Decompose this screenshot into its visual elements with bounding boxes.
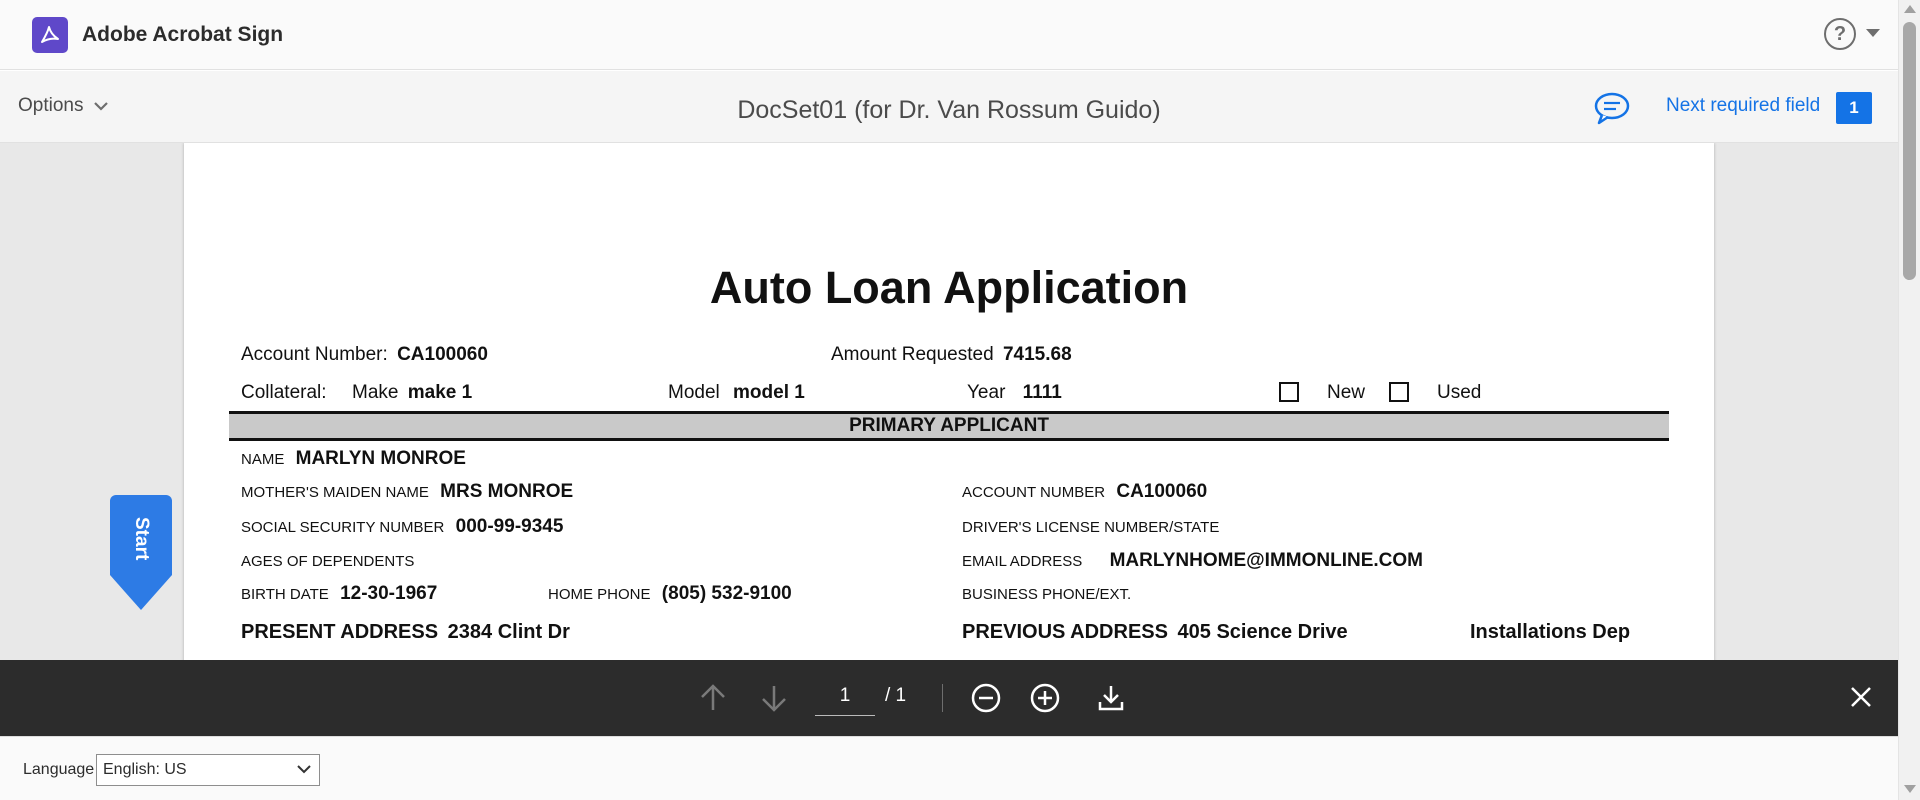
maiden-name-row: MOTHER'S MAIDEN NAME MRS MONROE (241, 481, 573, 503)
document-heading: Auto Loan Application (709, 262, 1189, 313)
model-label: Model (668, 382, 720, 403)
help-menu-caret-icon[interactable] (1866, 29, 1880, 37)
collateral-label: Collateral: (241, 382, 327, 403)
document-page: Auto Loan Application Account Number: CA… (184, 143, 1714, 660)
app-title: Adobe Acrobat Sign (82, 23, 284, 46)
home-phone-value: (805) 532-9100 (661, 583, 792, 604)
previous-address-row: PREVIOUS ADDRESS 405 Science Drive (962, 621, 1348, 644)
scroll-up-arrow-icon[interactable] (1904, 5, 1916, 13)
zoom-out-icon[interactable] (970, 682, 1002, 714)
previous-address-label: PREVIOUS ADDRESS (962, 621, 1168, 643)
start-tab-pointer-icon[interactable] (110, 575, 172, 610)
present-address-label: PRESENT ADDRESS (241, 621, 439, 643)
birth-date-row: BIRTH DATE 12-30-1967 (241, 583, 437, 605)
page-total: / 1 (885, 685, 907, 706)
model-row: Model model 1 (668, 382, 805, 404)
name-row: NAME MARLYN MONROE (241, 448, 466, 470)
previous-page-arrow-icon[interactable] (697, 682, 729, 714)
present-address-row: PRESENT ADDRESS 2384 Clint Dr (241, 621, 570, 644)
start-label: Start (131, 517, 152, 561)
email-label: EMAIL ADDRESS (962, 553, 1083, 570)
zoom-in-icon[interactable] (1029, 682, 1061, 714)
amount-requested-row: Amount Requested 7415.68 (831, 344, 1072, 366)
home-phone-row: HOME PHONE (805) 532-9100 (548, 583, 792, 605)
year-value: 1111 (1022, 382, 1062, 403)
ages-of-dependents-row: AGES OF DEPENDENTS (241, 550, 414, 572)
app-header: Adobe Acrobat Sign ? (0, 0, 1898, 70)
help-icon[interactable]: ? (1824, 18, 1856, 50)
comment-icon[interactable] (1592, 91, 1632, 125)
options-menu-button[interactable]: Options (18, 95, 109, 117)
start-button[interactable]: Start (110, 495, 172, 575)
chevron-down-icon (94, 102, 109, 111)
next-page-arrow-icon[interactable] (758, 682, 790, 714)
year-label: Year (967, 382, 1006, 403)
maiden-name-label: MOTHER'S MAIDEN NAME (241, 484, 429, 501)
ages-of-dependents-label: AGES OF DEPENDENTS (241, 553, 415, 570)
options-label: Options (18, 95, 84, 116)
account-number-row: Account Number: CA100060 (241, 344, 488, 366)
language-select[interactable]: English: US (96, 754, 320, 786)
language-selected-value: English: US (103, 761, 187, 778)
page-scrollbar[interactable] (1898, 0, 1920, 800)
ssn-value: 000-99-9345 (455, 516, 564, 537)
scrollbar-thumb[interactable] (1903, 22, 1916, 280)
download-icon[interactable] (1095, 682, 1127, 714)
new-checkbox[interactable] (1279, 382, 1299, 402)
ssn-row: SOCIAL SECURITY NUMBER 000-99-9345 (241, 516, 563, 538)
business-phone-label: BUSINESS PHONE/EXT. (962, 586, 1132, 603)
make-value: make 1 (407, 382, 473, 403)
account-number-label: Account Number: (241, 344, 388, 365)
ssn-label: SOCIAL SECURITY NUMBER (241, 519, 445, 536)
document-toolbar: Options DocSet01 (for Dr. Van Rossum Gui… (0, 71, 1898, 143)
email-row: EMAIL ADDRESS MARLYNHOME@IMMONLINE.COM (962, 550, 1423, 572)
document-viewer[interactable]: Auto Loan Application Account Number: CA… (0, 143, 1898, 660)
account-number-value: CA100060 (397, 344, 488, 365)
name-label: NAME (241, 451, 285, 468)
year-row: Year 1111 (967, 382, 1062, 404)
page-number-input[interactable] (815, 676, 875, 716)
amount-requested-value: 7415.68 (1002, 344, 1072, 365)
footer: Language English: US (0, 736, 1898, 800)
previous-address-value: 405 Science Drive (1177, 621, 1348, 643)
birth-date-label: BIRTH DATE (241, 586, 329, 603)
used-label: Used (1437, 382, 1482, 403)
business-phone-row: BUSINESS PHONE/EXT. (962, 583, 1131, 605)
applicant-account-value: CA100060 (1116, 481, 1208, 502)
next-required-field-button[interactable]: Next required field (1666, 95, 1820, 117)
present-address-value: 2384 Clint Dr (447, 621, 570, 643)
chevron-down-icon (297, 765, 311, 774)
previous-address-extra: Installations Dep (1470, 621, 1631, 643)
model-value: model 1 (733, 382, 805, 403)
new-label: New (1327, 382, 1366, 403)
home-phone-label: HOME PHONE (548, 586, 651, 603)
applicant-account-label: ACCOUNT NUMBER (962, 484, 1106, 501)
language-label: Language (23, 761, 95, 778)
drivers-license-row: DRIVER'S LICENSE NUMBER/STATE (962, 516, 1219, 538)
scroll-down-arrow-icon[interactable] (1904, 785, 1916, 793)
primary-applicant-section-header: PRIMARY APPLICANT (229, 411, 1669, 441)
amount-requested-label: Amount Requested (831, 344, 994, 365)
drivers-license-label: DRIVER'S LICENSE NUMBER/STATE (962, 519, 1220, 536)
required-field-count-badge: 1 (1836, 92, 1872, 124)
close-icon[interactable] (1846, 682, 1876, 712)
name-value: MARLYN MONROE (295, 448, 466, 469)
viewer-control-bar: / 1 (0, 660, 1898, 736)
maiden-name-value: MRS MONROE (440, 481, 574, 502)
make-row: Make make 1 (352, 382, 472, 404)
email-value: MARLYNHOME@IMMONLINE.COM (1109, 550, 1423, 571)
applicant-account-row: ACCOUNT NUMBER CA100060 (962, 481, 1207, 503)
used-checkbox[interactable] (1389, 382, 1409, 402)
make-label: Make (352, 382, 399, 403)
acrobat-logo-icon (32, 17, 68, 53)
birth-date-value: 12-30-1967 (340, 583, 438, 604)
control-divider (942, 684, 943, 712)
